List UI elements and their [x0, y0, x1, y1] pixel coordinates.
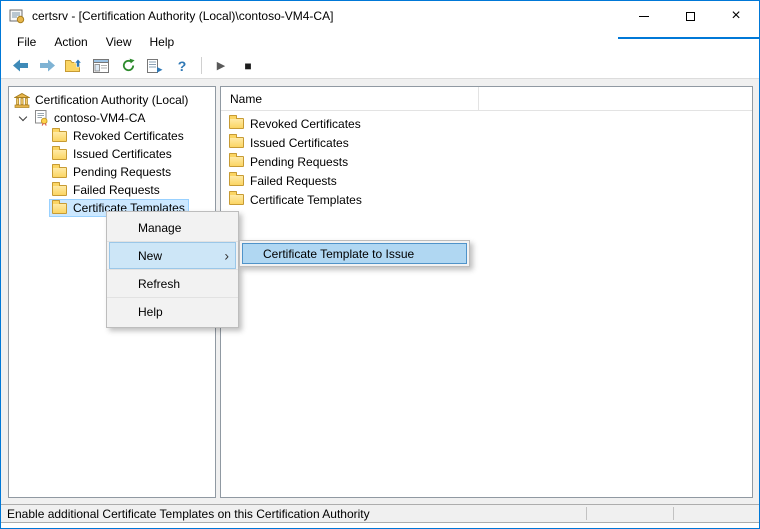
- chevron-down-icon[interactable]: [19, 112, 27, 120]
- folder-icon: [52, 149, 67, 160]
- tree-item-label: Issued Certificates: [73, 147, 172, 161]
- new-submenu: Certificate Template to Issue: [239, 240, 470, 267]
- context-menu-item-help[interactable]: Help: [107, 298, 238, 325]
- menu-bar: File Action View Help: [1, 31, 759, 53]
- tree-item-label: Failed Requests: [73, 183, 160, 197]
- context-menu-item-new[interactable]: New ›: [107, 242, 238, 269]
- accent-line: [618, 37, 759, 39]
- status-bar: Enable additional Certificate Templates …: [1, 504, 759, 523]
- context-menu-item-refresh[interactable]: Refresh: [107, 270, 238, 297]
- list-item-label: Issued Certificates: [250, 136, 349, 150]
- folder-icon: [52, 203, 67, 214]
- result-list-pane: Name Revoked Certificates Issued Certifi…: [220, 86, 753, 498]
- tree-item-contoso-vm4-ca[interactable]: contoso-VM4-CA: [9, 109, 215, 127]
- menu-item-label: Refresh: [138, 277, 180, 291]
- up-level-icon[interactable]: [64, 56, 84, 76]
- list-item-certificate-templates[interactable]: Certificate Templates: [221, 190, 752, 209]
- folder-icon: [52, 185, 67, 196]
- column-divider[interactable]: [478, 87, 479, 110]
- tree-item-issued-certificates[interactable]: Issued Certificates: [9, 145, 215, 163]
- minimize-icon: [639, 16, 649, 17]
- back-icon[interactable]: [10, 56, 30, 76]
- list-item-revoked-certificates[interactable]: Revoked Certificates: [221, 114, 752, 133]
- tree-item-label: contoso-VM4-CA: [54, 111, 145, 125]
- list-item-issued-certificates[interactable]: Issued Certificates: [221, 133, 752, 152]
- tree-item-failed-requests[interactable]: Failed Requests: [9, 181, 215, 199]
- toolbar: ? ▶ ■: [1, 53, 759, 79]
- context-menu: Manage New › Refresh Help: [106, 211, 239, 328]
- menu-item-label: Manage: [138, 221, 181, 235]
- folder-icon: [229, 156, 244, 167]
- close-button[interactable]: ×: [713, 1, 759, 31]
- export-list-icon[interactable]: [145, 56, 165, 76]
- list-column-header[interactable]: Name: [221, 87, 752, 111]
- menu-item-label: Help: [138, 305, 163, 319]
- tree-item-certification-authority[interactable]: Certification Authority (Local): [9, 91, 215, 109]
- start-service-icon[interactable]: ▶: [211, 56, 231, 76]
- list-item-pending-requests[interactable]: Pending Requests: [221, 152, 752, 171]
- tree-item-label: Certification Authority (Local): [35, 93, 188, 107]
- stop-service-icon[interactable]: ■: [238, 56, 258, 76]
- tree-item-pending-requests[interactable]: Pending Requests: [9, 163, 215, 181]
- list-item-label: Pending Requests: [250, 155, 348, 169]
- statusbar-divider: [586, 507, 587, 520]
- ca-certificate-icon: [34, 110, 49, 126]
- list-item-label: Revoked Certificates: [250, 117, 361, 131]
- refresh-icon[interactable]: [118, 56, 138, 76]
- maximize-button[interactable]: [667, 1, 713, 31]
- tree-item-label: Pending Requests: [73, 165, 171, 179]
- forward-icon[interactable]: [37, 56, 57, 76]
- console-window-icon[interactable]: [91, 56, 111, 76]
- help-icon[interactable]: ?: [172, 56, 192, 76]
- folder-icon: [229, 175, 244, 186]
- menu-help[interactable]: Help: [141, 32, 184, 52]
- folder-icon: [52, 131, 67, 142]
- folder-icon: [52, 167, 67, 178]
- status-text: Enable additional Certificate Templates …: [7, 507, 370, 521]
- context-menu-item-manage[interactable]: Manage: [107, 214, 238, 241]
- tree-item-revoked-certificates[interactable]: Revoked Certificates: [9, 127, 215, 145]
- statusbar-divider: [673, 507, 674, 520]
- close-icon: ×: [731, 8, 740, 24]
- folder-icon: [229, 194, 244, 205]
- menu-item-label: New: [138, 249, 162, 263]
- column-header-name: Name: [230, 92, 262, 106]
- certsrv-window: certsrv - [Certification Authority (Loca…: [0, 0, 760, 529]
- menu-action[interactable]: Action: [45, 32, 96, 52]
- authority-icon: [14, 93, 30, 108]
- tree-item-label: Revoked Certificates: [73, 129, 184, 143]
- window-controls: ×: [621, 1, 759, 31]
- list-item-label: Failed Requests: [250, 174, 337, 188]
- submenu-item-label: Certificate Template to Issue: [263, 247, 414, 261]
- folder-icon: [229, 118, 244, 129]
- certsrv-app-icon: [9, 8, 25, 24]
- toolbar-separator: [201, 57, 202, 74]
- list-item-label: Certificate Templates: [250, 193, 362, 207]
- maximize-icon: [686, 12, 695, 21]
- title-bar: certsrv - [Certification Authority (Loca…: [1, 1, 759, 31]
- window-title: certsrv - [Certification Authority (Loca…: [32, 9, 333, 23]
- folder-icon: [229, 137, 244, 148]
- list-item-failed-requests[interactable]: Failed Requests: [221, 171, 752, 190]
- minimize-button[interactable]: [621, 1, 667, 31]
- menu-view[interactable]: View: [97, 32, 141, 52]
- submenu-item-certificate-template-to-issue[interactable]: Certificate Template to Issue: [242, 243, 467, 264]
- list-rows: Revoked Certificates Issued Certificates…: [221, 111, 752, 209]
- submenu-arrow-icon: ›: [224, 247, 229, 263]
- menu-file[interactable]: File: [8, 32, 45, 52]
